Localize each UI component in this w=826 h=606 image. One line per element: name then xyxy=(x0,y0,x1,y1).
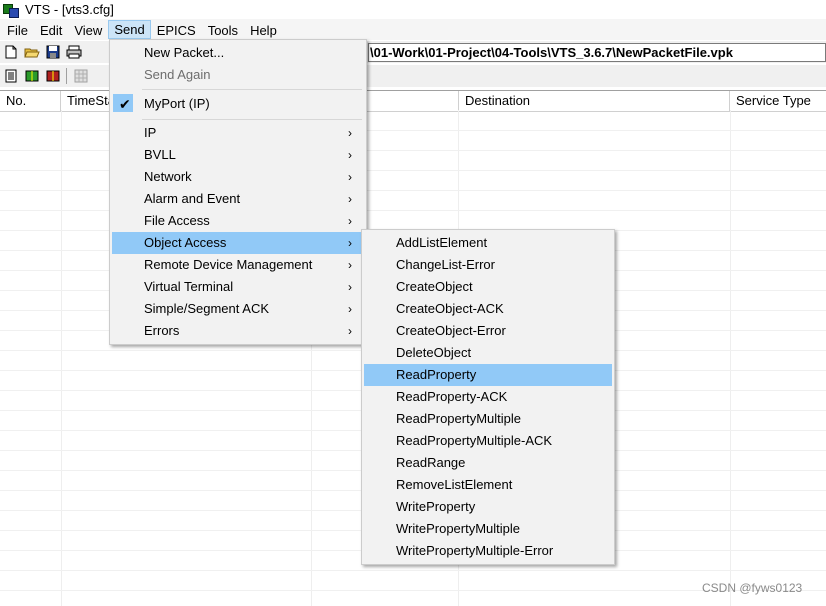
menu-item-myport[interactable]: ✔ MyPort (IP) xyxy=(112,93,364,115)
open-folder-icon[interactable] xyxy=(24,44,40,60)
menu-item-simple-segment-ack[interactable]: Simple/Segment ACK › xyxy=(112,298,364,320)
disabled-grid-icon[interactable] xyxy=(73,68,89,84)
menu-item-removelistelement[interactable]: RemoveListElement xyxy=(364,474,612,496)
menu-item-label: Alarm and Event xyxy=(144,191,241,206)
menu-item-virtual-terminal[interactable]: Virtual Terminal › xyxy=(112,276,364,298)
menu-bar: File Edit View Send EPICS Tools Help xyxy=(0,19,826,40)
submenu-arrow-icon: › xyxy=(348,192,352,206)
menu-separator xyxy=(142,119,362,120)
menu-edit[interactable]: Edit xyxy=(34,20,68,39)
menu-item-label: Network xyxy=(144,169,192,184)
menu-send[interactable]: Send xyxy=(108,20,151,39)
window-title: VTS - [vts3.cfg] xyxy=(25,2,114,17)
menu-view[interactable]: View xyxy=(68,20,108,39)
menu-item-writepropertymultiple[interactable]: WritePropertyMultiple xyxy=(364,518,612,540)
menu-item-writepropertymultiple-error[interactable]: WritePropertyMultiple-Error xyxy=(364,540,612,562)
menu-item-readrange[interactable]: ReadRange xyxy=(364,452,612,474)
menu-item-errors[interactable]: Errors › xyxy=(112,320,364,342)
column-header-service-type[interactable]: Service Type xyxy=(730,91,826,111)
menu-item-readpropertymultiple[interactable]: ReadPropertyMultiple xyxy=(364,408,612,430)
menu-item-remote-device-management[interactable]: Remote Device Management › xyxy=(112,254,364,276)
menu-item-send-again: Send Again xyxy=(112,64,364,86)
grid-line xyxy=(0,570,826,571)
menu-item-alarm-and-event[interactable]: Alarm and Event › xyxy=(112,188,364,210)
menu-item-ip[interactable]: IP › xyxy=(112,122,364,144)
submenu-arrow-icon: › xyxy=(348,280,352,294)
title-bar: VTS - [vts3.cfg] xyxy=(0,0,826,19)
submenu-arrow-icon: › xyxy=(348,324,352,338)
menu-item-label: Object Access xyxy=(144,235,227,250)
grid-line xyxy=(730,110,731,606)
menu-item-new-packet[interactable]: New Packet... xyxy=(112,42,364,64)
menu-item-label: Send Again xyxy=(144,67,211,82)
column-header-destination[interactable]: Destination xyxy=(458,91,730,111)
menu-item-changelist-error[interactable]: ChangeList-Error xyxy=(364,254,612,276)
print-icon[interactable] xyxy=(66,44,82,60)
menu-item-createobject[interactable]: CreateObject xyxy=(364,276,612,298)
menu-item-label: IP xyxy=(144,125,157,140)
vts-app-icon xyxy=(3,2,19,18)
menu-item-object-access[interactable]: Object Access › xyxy=(112,232,364,254)
watermark: CSDN @fyws0123 xyxy=(702,581,803,595)
menu-item-label: Simple/Segment ACK xyxy=(144,301,270,316)
menu-item-createobject-ack[interactable]: CreateObject-ACK xyxy=(364,298,612,320)
red-book-icon[interactable] xyxy=(45,68,61,84)
menu-item-readproperty[interactable]: ReadProperty xyxy=(364,364,612,386)
menu-separator xyxy=(142,89,362,90)
document-icon[interactable] xyxy=(3,68,19,84)
menu-item-addlistelement[interactable]: AddListElement xyxy=(364,232,612,254)
checkmark-icon: ✔ xyxy=(119,96,131,112)
menu-item-label: File Access xyxy=(144,213,210,228)
submenu-arrow-icon: › xyxy=(348,126,352,140)
submenu-arrow-icon: › xyxy=(348,214,352,228)
menu-item-readproperty-ack[interactable]: ReadProperty-ACK xyxy=(364,386,612,408)
menu-item-label: MyPort (IP) xyxy=(144,96,210,111)
object-access-submenu: AddListElement ChangeList-Error CreateOb… xyxy=(361,229,615,565)
submenu-arrow-icon: › xyxy=(348,258,352,272)
toolbar-separator xyxy=(66,68,67,84)
menu-epics[interactable]: EPICS xyxy=(151,20,202,39)
submenu-arrow-icon: › xyxy=(348,302,352,316)
menu-help[interactable]: Help xyxy=(244,20,283,39)
send-menu: New Packet... Send Again ✔ MyPort (IP) IP… xyxy=(109,39,367,345)
menu-item-bvll[interactable]: BVLL › xyxy=(112,144,364,166)
menu-item-label: Virtual Terminal xyxy=(144,279,234,294)
submenu-arrow-icon: › xyxy=(348,148,352,162)
save-icon[interactable] xyxy=(45,44,61,60)
menu-item-label: New Packet... xyxy=(144,45,225,60)
menu-item-file-access[interactable]: File Access › xyxy=(112,210,364,232)
menu-item-deleteobject[interactable]: DeleteObject xyxy=(364,342,612,364)
menu-item-writeproperty[interactable]: WriteProperty xyxy=(364,496,612,518)
submenu-arrow-icon: › xyxy=(348,170,352,184)
submenu-arrow-icon: › xyxy=(348,236,352,250)
menu-item-createobject-error[interactable]: CreateObject-Error xyxy=(364,320,612,342)
menu-item-label: Remote Device Management xyxy=(144,257,313,272)
green-book-icon[interactable] xyxy=(24,68,40,84)
menu-item-label: Errors xyxy=(144,323,180,338)
grid-line xyxy=(61,110,62,606)
column-header-no[interactable]: No. xyxy=(0,91,61,111)
new-file-icon[interactable] xyxy=(3,44,19,60)
menu-item-label: BVLL xyxy=(144,147,176,162)
menu-tools[interactable]: Tools xyxy=(202,20,244,39)
menu-item-readpropertymultiple-ack[interactable]: ReadPropertyMultiple-ACK xyxy=(364,430,612,452)
menu-file[interactable]: File xyxy=(1,20,34,39)
menu-item-network[interactable]: Network › xyxy=(112,166,364,188)
packet-file-path: \01-Work\01-Project\04-Tools\VTS_3.6.7\N… xyxy=(368,43,826,62)
